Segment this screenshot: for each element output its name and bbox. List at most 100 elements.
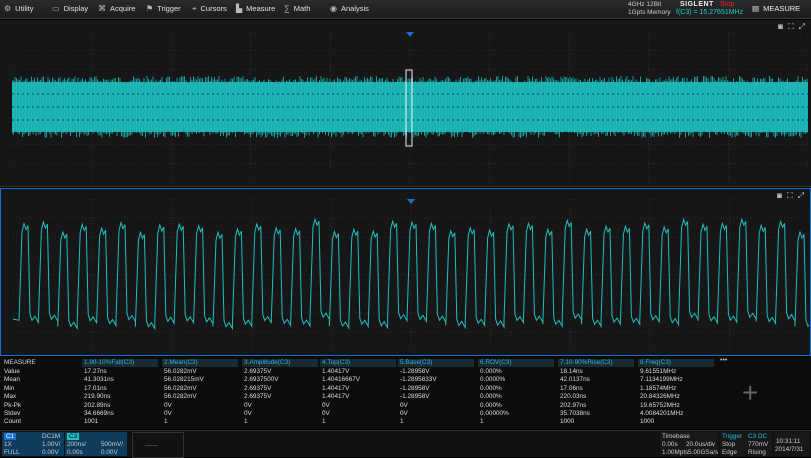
measurement-value: 19.65752MHz xyxy=(640,401,680,409)
measurement-value: 2.69375V xyxy=(244,393,272,401)
channel-3-scale: 500mV/ xyxy=(101,441,124,448)
clock-time: 10:31:11 xyxy=(776,438,801,445)
channel-1-coupling: DC1M xyxy=(42,433,61,440)
overview-waveform-pane[interactable]: ◙ ⛶ ⤢ xyxy=(0,20,811,187)
measurement-value: 0V xyxy=(164,410,172,417)
menu-label: Math xyxy=(293,4,311,13)
measurement-value: 56.0282mV xyxy=(164,384,197,392)
menu-trigger[interactable]: ⚑ Trigger xyxy=(146,0,181,18)
channel-1-probe: 1X xyxy=(4,441,12,448)
measurement-value: 202.97ns xyxy=(560,401,587,409)
trigger-position-marker[interactable] xyxy=(406,32,414,37)
menu-cursors[interactable]: ⌖ Cursors xyxy=(192,0,227,18)
measurement-header[interactable]: 3.Amplitude(C3) xyxy=(244,359,290,367)
sample-rate-info: 4GHz 12Bit xyxy=(628,1,662,8)
measurement-header[interactable]: 8.Freq(C3) xyxy=(640,359,671,367)
trigger-type: Edge xyxy=(722,449,737,456)
measurement-value: 4.0084201MHz xyxy=(640,410,684,417)
measurement-value: 0.000% xyxy=(480,401,502,409)
measurement-header[interactable]: 4.Top(C3) xyxy=(322,359,350,367)
timebase-box[interactable]: Timebase 0.00s 20.0us/div 1.00Mpts 5.00G… xyxy=(660,432,718,456)
channel-3-timescale: 200ns/ xyxy=(67,441,87,448)
clock-date: 2014/7/31 xyxy=(775,446,804,453)
menu-display[interactable]: ▭ Display xyxy=(52,0,88,18)
measurement-value: -1.28958V xyxy=(400,384,430,392)
measurement-value: 202.89ns xyxy=(84,401,111,409)
menu-math[interactable]: ∑ Math xyxy=(284,0,310,18)
add-channel-button[interactable]: —— xyxy=(132,432,184,458)
pane-expand-icon[interactable]: ⤢ xyxy=(799,22,805,32)
measure-button[interactable]: ▤ MEASURE xyxy=(752,0,800,18)
measurement-title: MEASURE xyxy=(4,359,36,366)
measurement-value: 0.00000% xyxy=(480,410,509,417)
pane-controls: ◙ ⛶ ⤢ xyxy=(778,22,805,32)
channel-1-scale: 1.00V/ xyxy=(42,441,61,448)
measurement-value: 1.40417V xyxy=(322,393,350,401)
measurement-value: 56.0282mV xyxy=(164,393,197,401)
measurement-value: 0V xyxy=(322,410,330,417)
measurement-row-label: Max xyxy=(4,393,17,401)
measure-panel-icon: ▤ xyxy=(752,4,760,13)
menu-bar: ⚙ Utility ▭ Display ⌘ Acquire ⚑ Trigger ⌖ Cursors… xyxy=(0,0,811,19)
menu-label: Trigger xyxy=(157,4,181,13)
measurement-header[interactable]: 5.Base(C3) xyxy=(400,359,432,367)
more-options-icon[interactable]: ••• xyxy=(720,357,727,364)
measurement-value: 0V xyxy=(164,401,172,409)
measurement-value: 17.27ns xyxy=(84,368,107,375)
measurement-value: 1.18574MHz xyxy=(640,384,677,392)
measurement-header[interactable]: 6.ROV(C3) xyxy=(480,359,512,367)
menu-analysis[interactable]: ◉ Analysis xyxy=(330,0,369,18)
channel-3-box[interactable]: C3 200ns/ 500mV/ 0.00s 0.00V xyxy=(65,432,127,456)
measurement-value: 1 xyxy=(164,418,168,426)
menu-label: Display xyxy=(63,4,89,13)
screenshot-icon[interactable]: ◙ xyxy=(778,22,783,32)
channel-1-box[interactable]: C1 DC1M 1X 1.00V/ FULL 0.00V xyxy=(2,432,64,456)
menu-measure[interactable]: ▙ Measure xyxy=(236,0,275,18)
trigger-icon: ⚑ xyxy=(146,4,154,13)
measurement-value: 1 xyxy=(400,418,404,426)
trigger-position-marker[interactable] xyxy=(407,199,415,204)
measurement-header[interactable]: 7.10-90%Rise(C3) xyxy=(560,359,613,367)
acquisition-info: 4GHz 12Bit 1Gpts Memory xyxy=(628,1,671,17)
measurement-row: Max 219.90ns 56.0282mV 2.69375V 1.40417V -1.2… xyxy=(0,393,720,401)
menu-acquire[interactable]: ⌘ Acquire xyxy=(98,0,135,18)
measurement-row: Pk-Pk 202.89ns 0V 0V 0V 0V 0.000% 202.97ns 19.65… xyxy=(0,402,720,410)
measurement-value: 17.01ns xyxy=(84,384,107,392)
measurement-value: 2.69375V xyxy=(244,368,272,375)
menu-utility[interactable]: ⚙ Utility xyxy=(4,0,34,18)
menu-label: Cursors xyxy=(200,4,227,13)
overview-grid xyxy=(12,32,808,182)
run-state[interactable]: Stop xyxy=(720,1,734,8)
measurement-value: 0.000% xyxy=(480,384,502,392)
sample-rate: 5.00GSa/s xyxy=(688,449,719,456)
status-bar: C1 DC1M 1X 1.00V/ FULL 0.00V C3 200ns/ 5… xyxy=(0,430,811,458)
measurement-header[interactable]: 1.90-10%Fall(C3) xyxy=(84,359,134,367)
measurement-row-label: Stdev xyxy=(4,410,21,417)
measurement-value: 1 xyxy=(244,418,248,426)
measurement-value: 0V xyxy=(400,410,408,417)
menu-label: Utility xyxy=(15,4,34,13)
measurement-value: 1.40416667V xyxy=(322,376,361,384)
add-measurement-button[interactable]: + xyxy=(742,377,758,409)
measurement-row: Min 17.01ns 56.0282mV 2.69375V 1.40417V -1.28… xyxy=(0,385,720,393)
trigger-level: 770mV xyxy=(748,441,769,448)
clock: 10:31:11 2014/7/31 xyxy=(774,432,809,456)
measurement-value: 20.84326MHz xyxy=(640,393,680,401)
measurement-value: 0V xyxy=(244,410,252,417)
zoom-waveform-pane[interactable]: ◙ ⛶ ⤢ xyxy=(0,188,811,356)
cursors-icon: ⌖ xyxy=(192,4,197,13)
frequency-counter: f(C3) = 15.27651MHz xyxy=(676,9,744,16)
measurement-value: 34.6669ns xyxy=(84,410,114,417)
channel-1-bandwidth: FULL xyxy=(4,449,20,456)
trigger-box[interactable]: Trigger C3 DC Stop 770mV Edge Rising xyxy=(720,432,772,456)
measurement-row-label: Pk-Pk xyxy=(4,401,22,409)
measurement-value: 7.1134199MHz xyxy=(640,376,683,384)
channel-3-offset: 0.00V xyxy=(101,449,118,456)
analysis-icon: ◉ xyxy=(330,4,337,13)
measurement-header[interactable]: 2.Mean(C3) xyxy=(164,359,198,367)
measurement-row: Stdev 34.6669ns 0V 0V 0V 0V 0.00000% 35.7038ns 4… xyxy=(0,410,720,418)
measurement-row: Mean 41.3031ns 56.028215mV 2.6937500V 1.4041… xyxy=(0,376,720,384)
channel-3-label: C3 xyxy=(67,433,80,440)
fullscreen-icon[interactable]: ⛶ xyxy=(788,22,794,32)
trigger-title: Trigger xyxy=(722,433,743,440)
